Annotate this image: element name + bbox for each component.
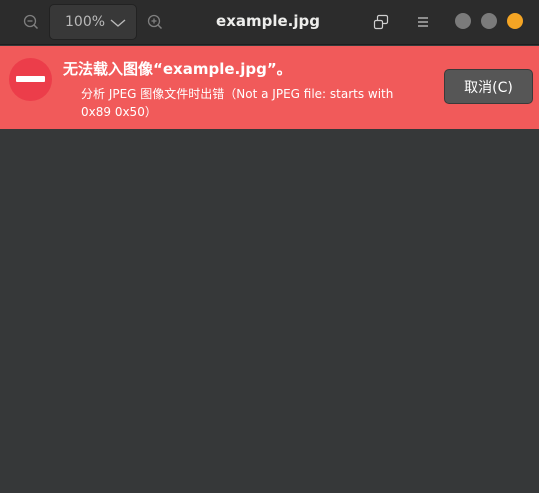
- header-bar: 100% example.jpg: [0, 0, 539, 45]
- error-infobar: 无法载入图像“example.jpg”。 分析 JPEG 图像文件时出错（Not…: [0, 46, 539, 129]
- cancel-button[interactable]: 取消(C): [444, 69, 533, 104]
- image-viewer-window: 100% example.jpg 无法载入图像“example.jpg”。 分析…: [0, 0, 539, 493]
- close-button[interactable]: [507, 13, 523, 29]
- main-menu-button[interactable]: [410, 10, 436, 34]
- zoom-level-dropdown[interactable]: 100%: [49, 4, 137, 40]
- zoom-in-icon: [147, 14, 163, 30]
- hamburger-menu-icon: [418, 17, 428, 27]
- error-title: 无法载入图像“example.jpg”。: [63, 60, 292, 78]
- zoom-level-value: 100%: [65, 14, 106, 30]
- fit-window-button[interactable]: [368, 10, 394, 34]
- zoom-out-button[interactable]: [18, 10, 44, 34]
- window-title: example.jpg: [216, 12, 320, 30]
- error-detail: 分析 JPEG 图像文件时出错（Not a JPEG file: starts …: [81, 87, 394, 119]
- image-canvas: [0, 129, 539, 493]
- fit-window-icon: [373, 14, 389, 30]
- maximize-button[interactable]: [481, 13, 497, 29]
- minimize-button[interactable]: [455, 13, 471, 29]
- chevron-down-icon: [110, 19, 126, 27]
- zoom-in-button[interactable]: [142, 10, 168, 34]
- zoom-out-icon: [23, 14, 39, 30]
- error-icon: [9, 58, 52, 101]
